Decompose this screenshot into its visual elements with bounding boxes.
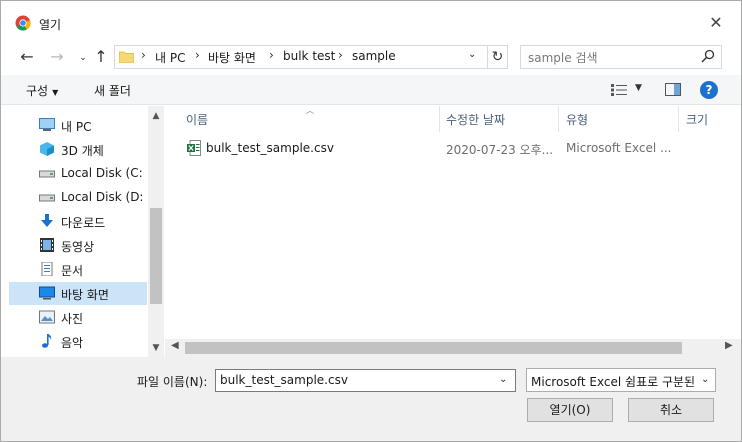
nav-label: 음악 [61, 336, 84, 350]
column-divider[interactable] [439, 106, 440, 132]
preview-pane-icon[interactable] [665, 83, 681, 96]
drive-icon [39, 194, 55, 202]
sort-ascending-icon: ︿ [306, 106, 314, 115]
open-button[interactable]: 열기(O) [527, 398, 613, 422]
music-icon [42, 334, 52, 348]
file-row[interactable]: bulk_test_sample.csv 2020-07-23 오후... Mi… [181, 138, 741, 158]
help-icon[interactable]: ? [700, 81, 718, 99]
nav-label: 동영상 [61, 240, 95, 254]
close-icon[interactable]: ✕ [707, 14, 725, 32]
filename-value: bulk_test_sample.csv [220, 373, 348, 387]
nav-item-my-pc[interactable]: 내 PC [9, 114, 147, 137]
nav-item-music[interactable]: 음악 [9, 330, 147, 353]
breadcrumb-separator-icon: › [195, 48, 200, 62]
file-list: ︿ 이름 수정한 날짜 유형 크기 bulk_test_sample.csv 2… [165, 106, 741, 357]
organize-label: 구성 [26, 84, 49, 98]
nav-scrollbar-thumb[interactable] [150, 208, 162, 304]
file-modified: 2020-07-23 오후... [446, 143, 554, 157]
view-dropdown-icon[interactable]: ▼ [635, 83, 642, 93]
document-icon [41, 262, 53, 276]
new-folder-button[interactable]: 새 폴더 [94, 82, 131, 99]
search-placeholder: sample 검색 [528, 51, 598, 65]
breadcrumb-sample[interactable]: sample [352, 49, 396, 63]
organize-button[interactable]: 구성 ▼ [26, 82, 58, 99]
drive-icon [39, 170, 55, 178]
breadcrumb-separator-icon: › [338, 48, 343, 62]
refresh-icon[interactable]: ↻ [487, 46, 507, 68]
computer-icon [39, 118, 55, 131]
scroll-down-icon[interactable]: ▼ [148, 340, 164, 356]
nav-scrollbar[interactable]: ▲ ▼ [148, 106, 164, 357]
filename-input[interactable]: bulk_test_sample.csv ⌄ [215, 369, 516, 392]
title-bar: 열기 ✕ [1, 1, 741, 32]
excel-csv-icon [187, 140, 201, 156]
breadcrumb-separator-icon: › [269, 48, 274, 62]
horizontal-scrollbar[interactable]: ◀ ▶ [165, 339, 741, 357]
horizontal-scrollbar-thumb[interactable] [185, 342, 682, 354]
breadcrumb-my-pc[interactable]: 내 PC [155, 49, 185, 66]
column-divider[interactable] [558, 106, 559, 132]
open-file-dialog: 열기 ✕ ← → ⌄ ↑ › 내 PC › 바탕 화면 › bulk test … [0, 0, 742, 442]
up-arrow-icon[interactable]: ↑ [91, 47, 111, 67]
nav-item-videos[interactable]: 동영상 [9, 234, 147, 257]
view-options-icon[interactable] [611, 84, 627, 96]
back-arrow-icon[interactable]: ← [17, 47, 37, 67]
dialog-footer: 파일 이름(N): bulk_test_sample.csv ⌄ Microso… [1, 357, 741, 441]
nav-item-3d-objects[interactable]: 3D 개체 [9, 138, 147, 161]
chrome-icon [15, 15, 31, 31]
nav-item-downloads[interactable]: 다운로드 [9, 210, 147, 233]
download-icon [41, 214, 53, 227]
column-header-name[interactable]: 이름 [186, 111, 208, 128]
breadcrumb-desktop[interactable]: 바탕 화면 [208, 49, 256, 66]
column-divider[interactable] [678, 106, 679, 132]
column-header-modified[interactable]: 수정한 날짜 [446, 111, 505, 128]
scroll-up-icon[interactable]: ▲ [148, 108, 164, 124]
cancel-button[interactable]: 취소 [628, 398, 714, 422]
pictures-icon [39, 310, 55, 324]
filename-dropdown-icon[interactable]: ⌄ [499, 374, 507, 385]
forward-arrow-icon[interactable]: → [47, 47, 67, 67]
nav-label: 내 PC [61, 120, 92, 134]
nav-label: Local Disk (C: o [61, 166, 147, 180]
breadcrumb-bulk-test[interactable]: bulk test [283, 49, 335, 63]
nav-label: 바탕 화면 [61, 288, 109, 302]
nav-item-documents[interactable]: 문서 [9, 258, 147, 281]
address-dropdown-icon[interactable]: ⌄ [468, 49, 476, 60]
file-type: Microsoft Excel ... [566, 141, 672, 155]
search-input[interactable]: sample 검색 [520, 45, 722, 69]
recent-locations-chevron-icon[interactable]: ⌄ [73, 48, 93, 68]
chevron-down-icon[interactable]: ⌄ [701, 374, 709, 385]
filetype-value: Microsoft Excel 쉼표로 구분된 [531, 375, 696, 389]
address-bar[interactable]: › 내 PC › 바탕 화면 › bulk test › sample ⌄ ↻ [114, 45, 508, 69]
file-name: bulk_test_sample.csv [206, 141, 334, 155]
nav-item-local-disk-c[interactable]: Local Disk (C: o [9, 162, 147, 185]
window-title: 열기 [39, 18, 62, 32]
nav-label: 사진 [61, 312, 84, 326]
nav-item-local-disk-d[interactable]: Local Disk (D: o [9, 186, 147, 209]
column-header-type[interactable]: 유형 [566, 111, 588, 128]
nav-label: 다운로드 [61, 216, 106, 230]
search-icon[interactable] [701, 49, 715, 63]
scroll-left-icon[interactable]: ◀ [171, 340, 179, 351]
scroll-right-icon[interactable]: ▶ [725, 340, 733, 351]
command-bar: 구성 ▼ 새 폴더 ▼ ? [1, 75, 741, 105]
3d-objects-icon [40, 142, 54, 156]
filename-label: 파일 이름(N): [137, 375, 208, 389]
nav-label: 문서 [61, 264, 84, 278]
nav-item-desktop[interactable]: 바탕 화면 [9, 282, 147, 305]
folder-icon [119, 51, 134, 63]
navigation-pane: 내 PC 3D 개체 Local Disk (C: o Local Disk (… [1, 106, 165, 357]
column-header-size[interactable]: 크기 [686, 111, 708, 128]
video-icon [40, 238, 54, 252]
nav-item-pictures[interactable]: 사진 [9, 306, 147, 329]
desktop-icon [39, 286, 55, 300]
chevron-down-icon: ▼ [52, 88, 59, 97]
breadcrumb-separator-icon: › [141, 48, 146, 62]
filetype-select[interactable]: Microsoft Excel 쉼표로 구분된 ⌄ [526, 368, 716, 392]
nav-label: Local Disk (D: o [61, 190, 147, 204]
nav-label: 3D 개체 [61, 144, 104, 158]
